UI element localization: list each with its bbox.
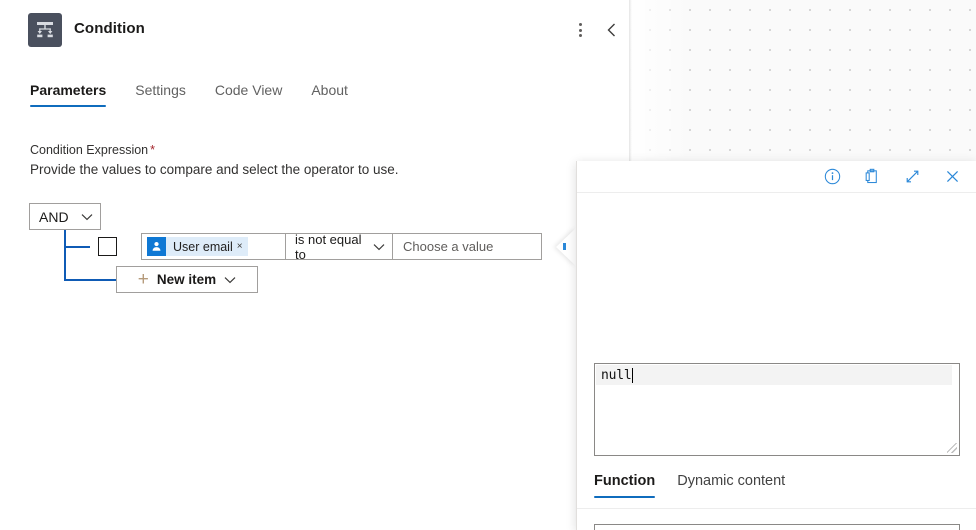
tree-connector-row [64, 246, 90, 248]
tab-about[interactable]: About [311, 82, 348, 107]
more-commands-button[interactable] [566, 16, 594, 44]
new-item-button[interactable]: + New item [116, 266, 258, 293]
info-icon[interactable] [821, 166, 843, 188]
tree-connector-newitem [64, 279, 117, 281]
label-text: Condition Expression [30, 143, 148, 157]
user-icon [147, 237, 166, 256]
logic-operator-value: AND [39, 209, 69, 225]
expression-input[interactable]: null [594, 363, 960, 456]
clipboard-icon[interactable] [861, 166, 883, 188]
callout-anchor-dot [563, 243, 566, 250]
expression-editor-popup: null Function Dynamic content fx String … [576, 161, 976, 530]
close-icon[interactable] [941, 166, 963, 188]
plus-icon: + [138, 270, 149, 289]
tab-parameters[interactable]: Parameters [30, 82, 106, 107]
condition-row: User email × is not equal to Choose a va… [141, 233, 542, 260]
condition-left-operand[interactable]: User email × [141, 233, 286, 260]
chevron-left-icon [605, 22, 619, 38]
function-search-box[interactable] [594, 524, 960, 530]
tab-dynamic-content[interactable]: Dynamic content [677, 473, 785, 498]
condition-expression-label: Condition Expression* [30, 143, 155, 157]
panel-header: Condition [0, 0, 630, 62]
token-label: User email [173, 240, 233, 254]
app-root: Condition Parameters Settings Code View … [0, 0, 976, 530]
remove-token-button[interactable]: × [237, 241, 243, 252]
text-caret [632, 368, 634, 383]
expression-value: null [601, 368, 632, 383]
resize-grip[interactable] [947, 443, 957, 453]
condition-row-checkbox[interactable] [98, 237, 117, 256]
panel-tabs: Parameters Settings Code View About [30, 82, 348, 114]
value-placeholder: Choose a value [403, 239, 493, 254]
new-item-label: New item [157, 272, 216, 287]
condition-expression-description: Provide the values to compare and select… [30, 162, 398, 177]
collapse-panel-button[interactable] [598, 16, 626, 44]
chevron-down-icon [81, 213, 93, 221]
dynamic-content-token[interactable]: User email × [147, 237, 248, 256]
page-title: Condition [74, 20, 145, 37]
tab-settings[interactable]: Settings [135, 82, 186, 107]
tab-code-view[interactable]: Code View [215, 82, 282, 107]
operator-value: is not equal to [295, 232, 373, 262]
expression-current-line: null [596, 365, 952, 385]
required-asterisk: * [150, 143, 155, 157]
condition-icon [28, 13, 62, 47]
popup-toolbar [577, 161, 976, 193]
tab-function[interactable]: Function [594, 473, 655, 498]
callout-pointer [556, 228, 576, 266]
condition-details-panel: Condition Parameters Settings Code View … [0, 0, 630, 530]
condition-operator-dropdown[interactable]: is not equal to [285, 233, 393, 260]
condition-right-operand[interactable]: Choose a value [392, 233, 542, 260]
chevron-down-icon [224, 276, 236, 284]
popup-tabs-divider [577, 508, 976, 509]
logic-operator-dropdown[interactable]: AND [29, 203, 101, 230]
ellipsis-icon [579, 23, 582, 37]
popup-tabs: Function Dynamic content [594, 473, 785, 498]
chevron-down-icon [373, 243, 385, 251]
expand-icon[interactable] [901, 166, 923, 188]
tree-connector-vertical [64, 230, 66, 280]
